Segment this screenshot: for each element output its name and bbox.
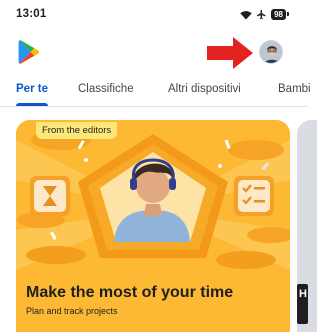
profile-avatar[interactable] xyxy=(259,40,283,64)
status-bar: 13:01 98 xyxy=(0,0,308,28)
featured-banner-card[interactable]: From the editors Make the most of your t… xyxy=(16,120,290,332)
next-card-letter: H xyxy=(299,288,307,300)
airplane-icon xyxy=(257,9,266,20)
red-arrow-annotation xyxy=(207,37,253,69)
google-play-logo-icon xyxy=(18,40,40,64)
battery-icon: 98 xyxy=(271,9,289,20)
status-icons: 98 xyxy=(240,9,289,20)
wifi-icon xyxy=(240,10,252,19)
tab-altri-dispositivi[interactable]: Altri dispositivi xyxy=(168,83,241,95)
tab-bambini[interactable]: Bambi xyxy=(278,83,311,95)
banner-subtitle: Plan and track projects xyxy=(26,306,118,316)
avatar-photo-icon xyxy=(260,41,282,63)
tab-per-te[interactable]: Per te xyxy=(16,83,48,95)
tab-classifiche[interactable]: Classifiche xyxy=(78,83,134,95)
status-time: 13:01 xyxy=(16,8,47,20)
category-tabs: Per te Classifiche Altri dispositivi Bam… xyxy=(0,74,311,107)
active-tab-indicator xyxy=(16,103,48,106)
next-banner-card[interactable]: H xyxy=(297,120,317,332)
editors-chip: From the editors xyxy=(36,122,118,139)
banner-title: Make the most of your time xyxy=(26,284,234,301)
